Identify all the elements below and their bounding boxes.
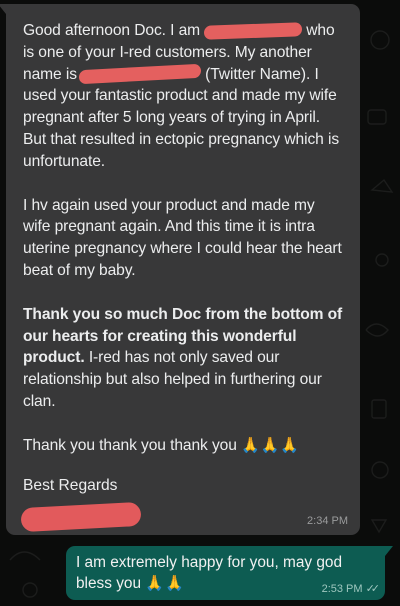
bubble-tail [385,546,393,556]
sent-time-text: 2:53 PM [321,583,363,595]
sent-text: I am extremely happy for you, may god bl… [76,554,343,592]
message-timestamp: 2:34 PM [307,515,348,527]
redaction-mark [204,22,303,40]
redaction-mark [20,501,142,533]
received-message-bubble[interactable]: Good afternoon Doc. I am who is one of y… [0,4,360,535]
thanks-text: Thank you thank you thank you [23,436,237,454]
message-paragraph-3: Thank you so much Doc from the bottom of… [23,304,346,413]
signoff-text: Best Regards [23,476,118,494]
thanks-line: Thank you thank you thank you 🙏🙏🙏 [23,435,346,457]
sent-timestamp: 2:53 PM ✓✓ [321,582,381,595]
folded-hands-emoji: 🙏🙏 [145,574,185,592]
greeting-text: Good afternoon Doc. I am [23,22,201,39]
message-paragraph-1: Good afternoon Doc. I am who is one of y… [23,20,346,173]
sent-message-bubble[interactable]: I am extremely happy for you, may god bl… [66,546,393,600]
double-check-icon: ✓✓ [365,583,381,595]
message-paragraph-2: I hv again used your product and made my… [23,196,342,279]
redaction-mark [78,64,201,85]
folded-hands-emoji: 🙏🙏🙏 [241,436,301,454]
bubble-tail [0,4,6,14]
